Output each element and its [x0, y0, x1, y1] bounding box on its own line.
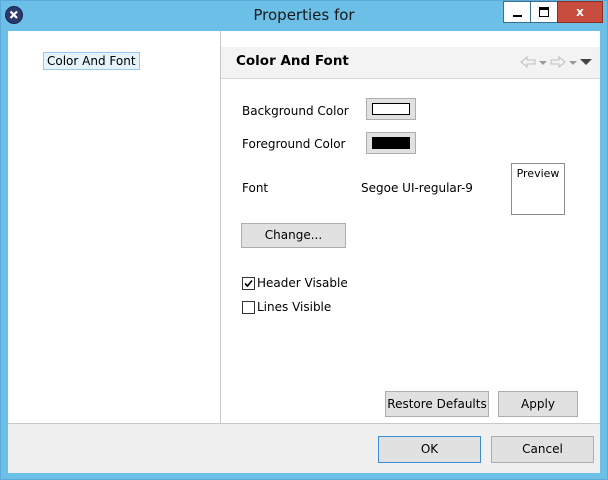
dialog-client: Color And Font Color And Font Background…	[8, 31, 600, 473]
category-tree[interactable]: Color And Font	[8, 31, 221, 423]
foreground-color-label: Foreground Color	[242, 137, 346, 151]
title-bar[interactable]: Properties for x	[1, 1, 607, 31]
cancel-button[interactable]: Cancel	[491, 436, 594, 463]
font-label: Font	[242, 181, 269, 195]
header-divider	[221, 78, 600, 79]
restore-defaults-button[interactable]: Restore Defaults	[385, 391, 489, 417]
apply-button[interactable]: Apply	[498, 391, 578, 417]
header-visible-label: Header Visable	[257, 276, 348, 290]
lines-visible-check-box[interactable]	[242, 300, 255, 314]
close-button[interactable]: x	[557, 1, 603, 23]
dropdown-icon[interactable]	[569, 58, 577, 69]
dialog-footer: OK Cancel	[8, 423, 600, 473]
foreground-color-button[interactable]	[366, 132, 416, 154]
preference-page: Color And Font Background Color Foregrou…	[221, 31, 600, 423]
font-preview-label: Preview	[516, 167, 560, 180]
forward-arrow-icon[interactable]	[550, 55, 566, 71]
background-color-label: Background Color	[242, 104, 349, 118]
page-navigation	[520, 55, 592, 71]
dropdown-icon[interactable]	[539, 58, 547, 69]
window-controls: x	[503, 1, 603, 23]
menu-icon[interactable]	[580, 58, 592, 69]
maximize-button[interactable]	[530, 1, 558, 23]
close-icon: x	[576, 5, 584, 19]
header-visible-check-box[interactable]	[242, 276, 255, 290]
font-preview: Preview	[511, 163, 565, 215]
header-visible-checkbox[interactable]: Header Visable	[242, 276, 348, 290]
background-color-button[interactable]	[366, 98, 416, 120]
maximize-icon	[539, 7, 549, 17]
lines-visible-label: Lines Visible	[257, 300, 332, 314]
page-title: Color And Font	[236, 53, 349, 69]
minimize-icon	[512, 14, 522, 17]
font-value: Segoe UI-regular-9	[361, 181, 473, 195]
minimize-button[interactable]	[503, 1, 531, 23]
back-arrow-icon[interactable]	[520, 55, 536, 71]
change-font-button[interactable]: Change...	[241, 223, 346, 248]
properties-window: Properties for x Color And Font Color An…	[0, 0, 608, 480]
background-color-swatch	[372, 103, 410, 115]
lines-visible-checkbox[interactable]: Lines Visible	[242, 300, 331, 314]
foreground-color-swatch	[372, 137, 410, 149]
ok-button[interactable]: OK	[378, 436, 481, 463]
tree-item-color-and-font[interactable]: Color And Font	[43, 52, 140, 70]
